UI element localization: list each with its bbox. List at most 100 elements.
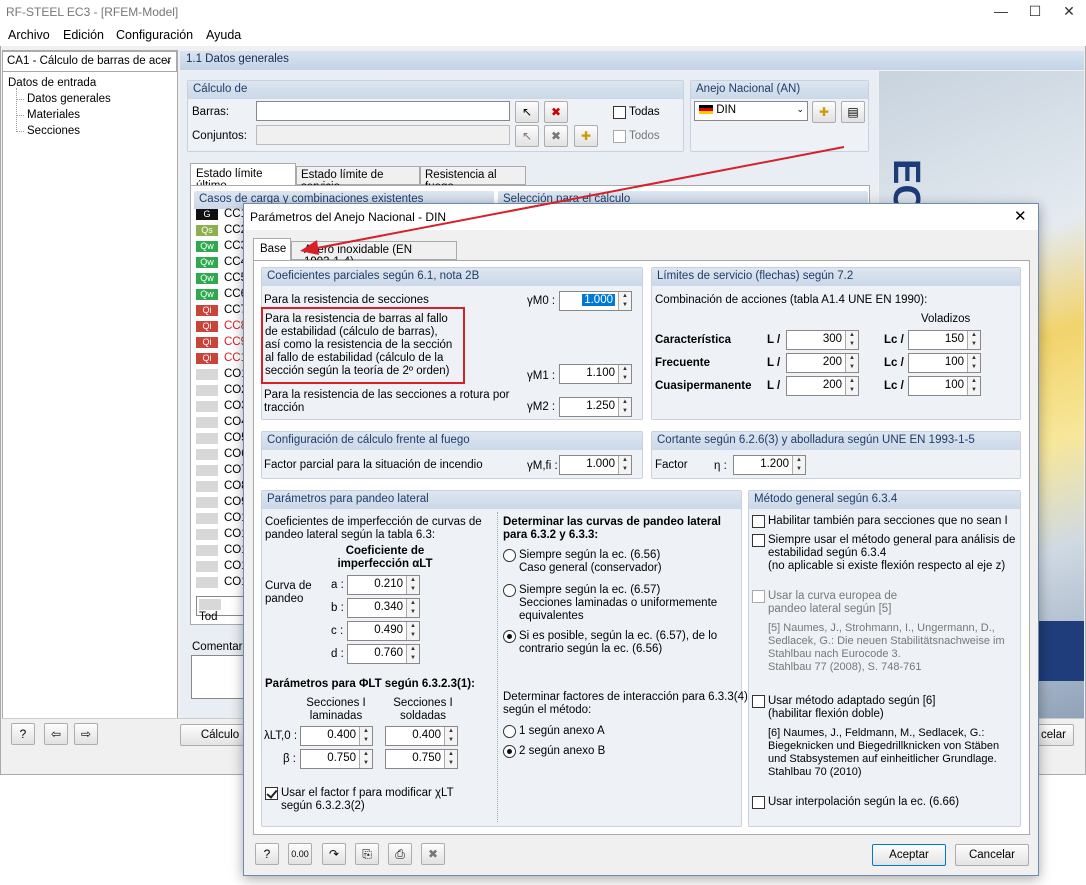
load-case-row[interactable]: Qi CC7 [196,304,244,320]
cantilever-limit-input[interactable]: 100 ▲ ▼ [908,376,981,396]
curve-alpha-input[interactable]: 0.210 ▲ ▼ [347,575,420,595]
gm0-input[interactable]: 1.000 ▲ ▼ [559,291,632,311]
dialog-export-button[interactable]: ⎙ [388,843,412,865]
load-case-row[interactable]: Qi CC1 [196,352,244,368]
dialog-close-button[interactable]: ✕ [1014,207,1027,225]
opt-657-radio[interactable] [503,584,516,597]
spin-arrows-icon[interactable]: ▲ ▼ [406,599,419,617]
load-case-row[interactable]: CO1 [196,368,244,384]
spin-arrows-icon[interactable]: ▲ ▼ [967,354,980,372]
export-button[interactable]: ⇨ [74,723,98,745]
load-case-row[interactable]: CO7 [196,464,244,480]
interpolation-checkbox[interactable] [752,796,765,809]
spin-arrows-icon[interactable]: ▲ ▼ [618,292,631,310]
load-case-row[interactable]: Qi CC8 [196,320,244,336]
menu-archivo[interactable]: Archivo [8,28,50,42]
gm1-input[interactable]: 1.100 ▲ ▼ [559,364,632,384]
shear-input[interactable]: 1.200 ▲ ▼ [733,455,806,475]
spin-arrows-icon[interactable]: ▲ ▼ [406,576,419,594]
menu-ayuda[interactable]: Ayuda [206,28,241,42]
members-input[interactable] [256,101,510,121]
load-case-row[interactable]: CO2 [196,384,244,400]
spin-arrows-icon[interactable]: ▲ ▼ [359,750,372,768]
curve-alpha-input[interactable]: 0.340 ▲ ▼ [347,598,420,618]
lambda-rolled-input[interactable]: 0.400 ▲ ▼ [300,726,373,746]
menu-configuracion[interactable]: Configuración [116,28,193,42]
dialog-cancel-button[interactable]: Cancelar [955,844,1029,866]
comment-input[interactable] [191,655,247,699]
span-limit-input[interactable]: 200 ▲ ▼ [786,353,859,373]
load-case-row[interactable]: CO1 [196,576,244,592]
dialog-defaults-button[interactable]: 0.00 [288,843,312,865]
span-limit-input[interactable]: 300 ▲ ▼ [786,330,859,350]
opt-656-radio[interactable] [503,549,516,562]
pick-members-button[interactable]: ↖ [515,101,539,123]
spin-arrows-icon[interactable]: ▲ ▼ [845,354,858,372]
dialog-delete-button[interactable]: ✖ [421,843,445,865]
spin-arrows-icon[interactable]: ▲ ▼ [967,377,980,395]
load-case-row[interactable]: CO1 [196,560,244,576]
load-case-row[interactable]: CO1 [196,544,244,560]
opt-possible-radio[interactable] [503,630,516,643]
spin-arrows-icon[interactable]: ▲ ▼ [618,398,631,416]
gm2-input[interactable]: 1.250 ▲ ▼ [559,397,632,417]
import-button[interactable]: ⇦ [44,723,68,745]
cantilever-limit-input[interactable]: 150 ▲ ▼ [908,330,981,350]
spin-arrows-icon[interactable]: ▲ ▼ [406,645,419,663]
spin-arrows-icon[interactable]: ▲ ▼ [618,456,631,474]
load-case-row[interactable]: Qi CC9 [196,336,244,352]
maximize-button[interactable]: ☐ [1018,0,1052,24]
cantilever-limit-input[interactable]: 100 ▲ ▼ [908,353,981,373]
european-curve-checkbox[interactable] [752,590,765,603]
load-case-row[interactable]: Qw CC5 [196,272,244,288]
spin-arrows-icon[interactable]: ▲ ▼ [444,727,457,745]
load-case-row[interactable]: CO8 [196,480,244,496]
spin-arrows-icon[interactable]: ▲ ▼ [845,331,858,349]
fire-input[interactable]: 1.000 ▲ ▼ [559,455,632,475]
load-case-row[interactable]: CO9 [196,496,244,512]
always-general-checkbox[interactable] [752,534,765,547]
adapted-method-checkbox[interactable] [752,695,765,708]
spin-arrows-icon[interactable]: ▲ ▼ [359,727,372,745]
lambda-welded-input[interactable]: 0.400 ▲ ▼ [385,726,458,746]
spin-arrows-icon[interactable]: ▲ ▼ [618,365,631,383]
tab-estado-limite-ultimo[interactable]: Estado límite último [190,163,296,192]
spin-arrows-icon[interactable]: ▲ ▼ [444,750,457,768]
spin-arrows-icon[interactable]: ▲ ▼ [967,331,980,349]
f-factor-checkbox[interactable] [265,787,278,800]
tree-item-materiales[interactable]: Materiales [27,109,80,121]
menu-edicion[interactable]: Edición [63,28,104,42]
minimize-button[interactable]: — [984,0,1018,24]
dialog-help-button[interactable]: ? [255,843,279,865]
spin-arrows-icon[interactable]: ▲ ▼ [845,377,858,395]
dialog-import-button[interactable]: ⎘ [355,843,379,865]
load-case-row[interactable]: Qw CC6 [196,288,244,304]
help-button[interactable]: ? [11,723,35,745]
load-case-row[interactable]: G CC1 [196,208,244,224]
load-case-row[interactable]: Qs CC2 [196,224,244,240]
beta-rolled-input[interactable]: 0.750 ▲ ▼ [300,749,373,769]
dialog-reset-button[interactable]: ↷ [322,843,346,865]
non-i-sections-checkbox[interactable] [752,515,765,528]
load-case-row[interactable]: Qw CC4 [196,256,244,272]
accept-button[interactable]: Aceptar [872,844,946,866]
load-case-row[interactable]: CO1 [196,528,244,544]
curve-alpha-input[interactable]: 0.760 ▲ ▼ [347,644,420,664]
span-limit-input[interactable]: 200 ▲ ▼ [786,376,859,396]
load-case-row[interactable]: Qw CC3 [196,240,244,256]
load-case-row[interactable]: CO4 [196,416,244,432]
tab-base[interactable]: Base [253,238,291,260]
tree-root[interactable]: Datos de entrada [8,77,96,89]
all-members-checkbox[interactable] [613,106,626,119]
load-case-row[interactable]: CO5 [196,432,244,448]
clear-members-button[interactable]: ✖ [544,101,568,123]
load-case-row[interactable]: CO6 [196,448,244,464]
spin-arrows-icon[interactable]: ▲ ▼ [406,622,419,640]
load-case-row[interactable]: CO1 [196,512,244,528]
new-annex-button[interactable]: ✚ [812,101,836,123]
annex-select[interactable]: DIN ⌄ [694,101,808,121]
load-case-row[interactable]: CO3 [196,400,244,416]
case-select[interactable]: CA1 - Cálculo de barras de acer ⌄ [2,51,177,72]
annex-a-radio[interactable] [503,725,516,738]
tree-item-datos-generales[interactable]: Datos generales [27,93,111,105]
